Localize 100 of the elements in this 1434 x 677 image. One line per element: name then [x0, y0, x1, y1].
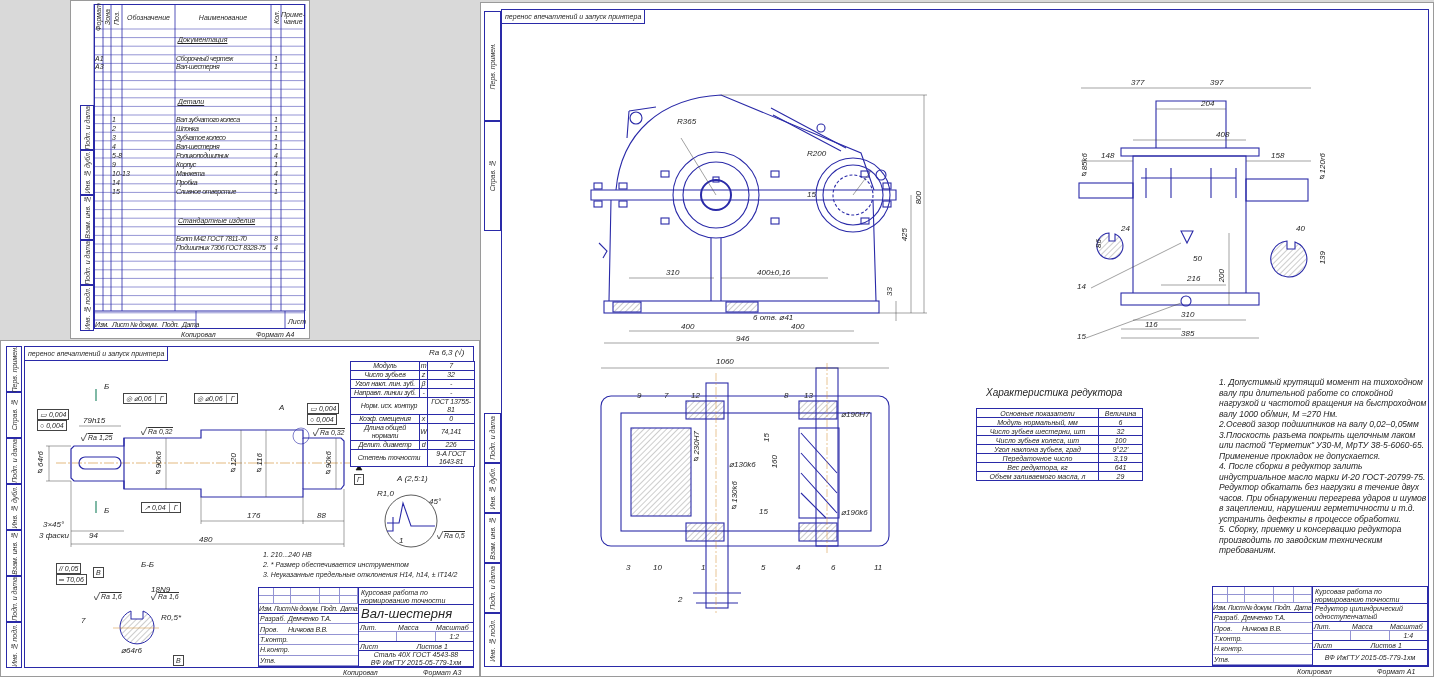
- roughness-icon: [313, 428, 320, 436]
- dimension-label: ⌀130k6: [731, 481, 739, 512]
- position-number: 9: [637, 392, 642, 400]
- dimension-label: 946: [736, 335, 750, 343]
- dimension-label: 160: [771, 455, 779, 469]
- roughness-icon: [437, 531, 444, 539]
- dimension-label: 158: [1271, 152, 1285, 160]
- dimension-label: 310: [666, 269, 680, 277]
- dimension-label: 88: [317, 512, 326, 520]
- dimension-label: 216: [1187, 275, 1201, 283]
- dimension-label: Б: [104, 383, 110, 391]
- dimension-label: 176: [247, 512, 261, 520]
- dimension-label: 40: [1296, 225, 1305, 233]
- position-number: 4: [796, 564, 801, 572]
- dimension-line: [265, 429, 267, 498]
- dimension-label: 385: [1181, 330, 1195, 338]
- dimension-label: 400: [791, 323, 805, 331]
- dimension-label: ⌀116: [256, 453, 264, 475]
- position-number: 6: [831, 564, 836, 572]
- dimension-label: 86: [1095, 239, 1103, 248]
- dimension-label: ⌀85k6: [1081, 153, 1089, 180]
- roughness-label: Ra 6,3 (√): [429, 349, 465, 357]
- dimension-label: ⌀130k6: [729, 461, 756, 469]
- center-line: [112, 627, 160, 629]
- dimension-label: 480: [199, 536, 213, 544]
- position-number: 8: [784, 392, 789, 400]
- dimension-label: 377: [1131, 79, 1145, 87]
- dimension-label: 7: [81, 617, 86, 625]
- dimension-label: 15: [763, 433, 771, 442]
- dimension-label: ⌀90k6: [325, 451, 333, 478]
- requirement-text: 5. Сборку, приемку и консервацию редуктора производить по заводским техническим требованиям.: [1219, 524, 1403, 556]
- dimension-label: 397: [1210, 79, 1224, 87]
- section-marker-icon: [95, 500, 97, 514]
- dimension-line: [240, 429, 242, 498]
- requirement-text: 4. После сборки в редуктор залить индустриальное масло марки И-20 ГОСТ-20799-75. Редуктор обкатать без нагрузки в течение двух часов. При обнаружении перегрева ударов и шумов в зацеплении, нарушении герметичности и т.д. устранить дефекты в процессе обработки.: [1219, 461, 1427, 524]
- dimension-label: Б-Б: [141, 561, 155, 569]
- requirement-text: 1. Допустимый крутящий момент на тихоходном валу при длительной работе со спокойной нагрузкой и частотой вращения на быстроходном валу 1000 об/мин, М =270 Нм.: [1219, 377, 1427, 419]
- requirement-text: 2.Осевой зазор подшипников на валу 0,02–0,05мм: [1219, 419, 1420, 430]
- dimension-label: 6 отв. ⌀41: [753, 314, 794, 322]
- dimension-label: 425: [901, 228, 909, 242]
- dimension-label: 408: [1216, 131, 1230, 139]
- position-number: 3: [626, 564, 631, 572]
- dimension-label: R200: [807, 150, 827, 158]
- dimension-label: ⌀64r6: [37, 451, 45, 476]
- drawing-name: Вал-шестерня: [359, 605, 473, 623]
- dimension-label: 15: [759, 508, 768, 516]
- dimension-label: 50: [1193, 255, 1202, 263]
- table-title: Характеристика редуктора: [986, 388, 1123, 398]
- roughness-icon: [151, 592, 158, 600]
- dimension-line: [1155, 108, 1227, 110]
- dimension-label: 24: [1121, 225, 1130, 233]
- dimension-line: [335, 437, 337, 490]
- position-number: 14: [1077, 283, 1086, 291]
- dimension-label: 400±0,16: [757, 269, 791, 277]
- dimension-label: R365: [677, 118, 697, 126]
- roughness-icon: [94, 592, 101, 600]
- dimension-label: ⌀120r6: [1319, 153, 1327, 183]
- dimension-label: 45°: [429, 498, 442, 506]
- position-number: 13: [804, 392, 813, 400]
- dimension-label: 33: [886, 287, 894, 296]
- dimension-label: 1060: [716, 358, 734, 366]
- dimension-label: R1,0: [377, 490, 394, 498]
- dimension-label: А (2,5:1): [397, 475, 428, 483]
- roughness-icon: [81, 433, 88, 441]
- dimension-line: [680, 137, 717, 196]
- shaft-section-drawing: [119, 610, 155, 645]
- dimension-label: 148: [1101, 152, 1115, 160]
- dimension-label: ⌀64r6: [121, 647, 142, 655]
- dimension-label: 15: [807, 191, 816, 199]
- dimension-label: 310: [1181, 311, 1195, 319]
- dimension-label: ⌀190k6: [841, 509, 868, 517]
- requirement-text: 3.Плоскость разъема покрыть щелочным лаком или пастой "Герметик" У30-М, МрТУ 38-5-6060-65. Применение прокладок не допускается.: [1219, 429, 1426, 461]
- dimension-line: [1245, 160, 1312, 162]
- position-number: 11: [874, 564, 883, 572]
- dimension-label: Б: [104, 507, 110, 515]
- dimension-label: ⌀90k6: [155, 451, 163, 478]
- position-number: 7: [664, 392, 669, 400]
- dimension-label: ⌀230H7: [693, 431, 701, 464]
- dimension-label: 3×45°: [43, 521, 65, 529]
- position-number: 15: [1077, 333, 1086, 341]
- dimension-label: 3 фаски: [39, 532, 70, 540]
- dimension-line: [78, 425, 122, 427]
- dimension-label: 200: [1218, 269, 1226, 283]
- dimension-label: ⌀190H7: [841, 411, 870, 419]
- dimension-label: 1: [399, 537, 404, 545]
- dimension-line: [852, 170, 872, 196]
- dimension-line: [165, 437, 167, 490]
- dimension-label: R0,5*: [161, 614, 181, 622]
- dimension-label: 800: [915, 191, 923, 205]
- dimension-label: 139: [1319, 251, 1327, 265]
- position-number: 1: [701, 564, 706, 572]
- roughness-icon: [141, 427, 148, 435]
- position-number: 2: [678, 596, 683, 604]
- position-number: 10: [653, 564, 662, 572]
- position-number: 12: [691, 392, 700, 400]
- position-number: 5: [761, 564, 766, 572]
- dimension-label: ⌀120: [230, 453, 238, 476]
- dimension-label: 94: [89, 532, 98, 540]
- dimension-line: [1080, 160, 1134, 162]
- dimension-label: 116: [1145, 321, 1158, 329]
